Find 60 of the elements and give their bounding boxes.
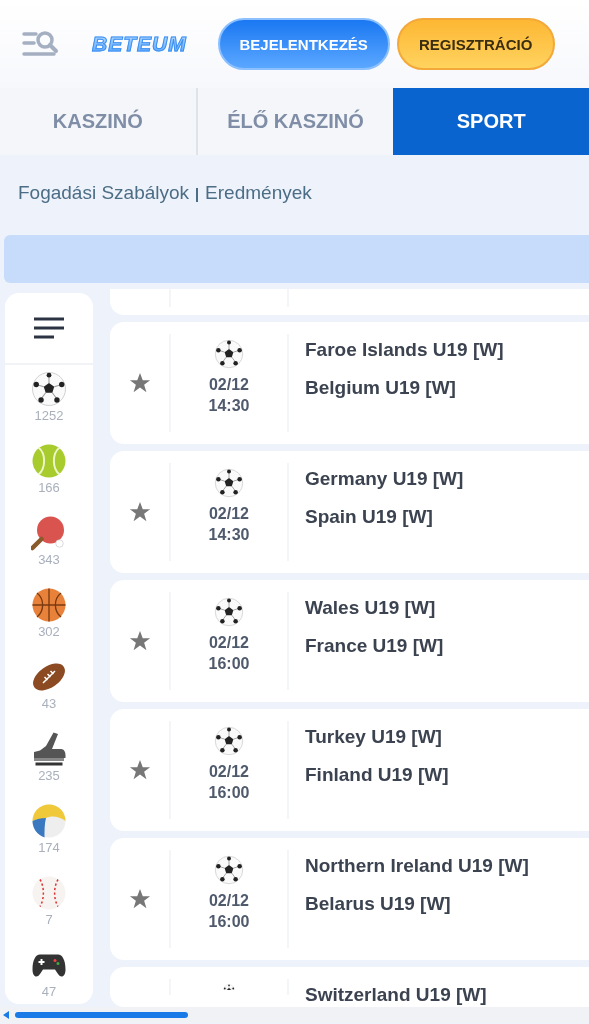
event-count: 174 (38, 840, 60, 855)
volleyball-icon (31, 803, 67, 839)
team-name: Finland U19 [W] (305, 764, 449, 786)
event-count: 343 (38, 552, 60, 567)
match-card[interactable]: 02/12 14:30 Germany U19 [W] Spain U19 [W] (110, 451, 589, 573)
soccer-ball-icon (214, 468, 244, 498)
match-time: 14:30 (208, 525, 250, 545)
match-time: 14:30 (208, 396, 250, 416)
star-icon[interactable] (128, 372, 151, 394)
register-button[interactable]: REGISZTRÁCIÓ (396, 18, 555, 70)
team-name: Wales U19 [W] (305, 597, 437, 619)
menu-icon[interactable] (33, 317, 65, 339)
match-time: 02/12 (208, 504, 249, 524)
team-name: Belarus U19 [W] (305, 893, 452, 915)
event-count: 302 (38, 624, 60, 639)
match-card[interactable]: 02/12 16:00 Turkey U19 [W] Finland U19 [W] (110, 709, 589, 831)
team-name: France U19 [W] (305, 635, 444, 657)
team-name: Northern Ireland U19 [W] (305, 855, 529, 877)
match-time: 16:00 (208, 912, 250, 932)
match-time: 02/12 (208, 762, 249, 782)
match-card[interactable]: Switzerland U19 [W] (110, 967, 589, 1007)
star-icon[interactable] (128, 759, 151, 781)
nav-link[interactable]: Eredmények (205, 182, 312, 204)
event-count: 43 (41, 696, 57, 711)
team-name: Switzerland U19 [W] (305, 984, 487, 1006)
team-name: Germany U19 [W] (305, 468, 464, 490)
soccer-ball-icon (214, 726, 244, 756)
match-time: 16:00 (208, 654, 250, 674)
nav-tab[interactable]: SPORT (393, 88, 589, 155)
event-count: 235 (38, 768, 60, 783)
scrollbar-thumb[interactable] (15, 1012, 188, 1018)
event-count: 7 (45, 912, 53, 927)
basketball-icon (31, 587, 67, 623)
soccer-ball-icon (214, 855, 244, 885)
match-time: 02/12 (208, 891, 249, 911)
star-icon[interactable] (128, 630, 151, 652)
match-time: 02/12 (208, 633, 249, 653)
event-count: 1252 (34, 408, 64, 423)
skate-icon (31, 731, 67, 767)
event-count: 47 (41, 984, 57, 999)
team-name: Turkey U19 [W] (305, 726, 443, 748)
match-card[interactable]: 02/12 16:00 Wales U19 [W] France U19 [W] (110, 580, 589, 702)
event-count: 166 (38, 480, 60, 495)
match-card[interactable]: 02/12 16:00 Northern Ireland U19 [W] Belarus U19 [W] (110, 838, 589, 960)
team-name: Faroe Islands U19 [W] (305, 339, 504, 361)
baseball-icon (31, 875, 67, 911)
ping-pong-paddle-icon (31, 515, 67, 551)
match-time: 16:00 (208, 783, 250, 803)
team-name: Belgium U19 [W] (305, 377, 457, 399)
tennis-ball-icon (31, 443, 67, 479)
scroll-left-icon[interactable] (3, 1011, 9, 1019)
match-card[interactable]: 02/12 14:30 Faroe Islands U19 [W] Belgium U19 [W] (110, 322, 589, 444)
soccer-ball-icon (214, 339, 244, 369)
soccer-ball-icon (214, 597, 244, 627)
nav-link[interactable]: Fogadási Szabályok (18, 182, 190, 204)
star-icon[interactable] (128, 501, 151, 523)
star-icon[interactable] (128, 888, 151, 910)
soccer-ball-icon (31, 371, 67, 407)
team-name: Spain U19 [W] (305, 506, 434, 528)
match-time: 02/12 (208, 375, 249, 395)
